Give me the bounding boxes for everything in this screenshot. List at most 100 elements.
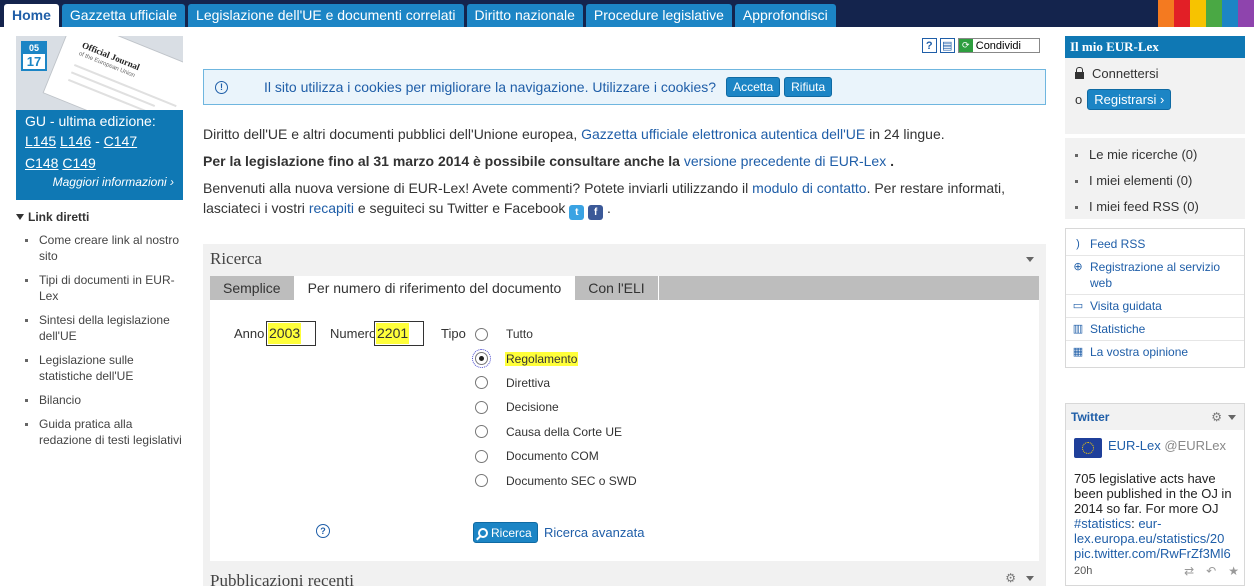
caret-down-icon[interactable] [1026, 257, 1034, 262]
radio-circle[interactable] [475, 474, 488, 488]
service-guided-tour[interactable]: ▭ Visita guidata [1066, 295, 1244, 318]
my-items-item[interactable]: I miei elementi (0) [1065, 168, 1245, 194]
retweet-icon[interactable]: ⇄ [1184, 564, 1194, 578]
share-button[interactable]: ⟳ Condividi [957, 38, 1040, 53]
search-button[interactable]: Ricerca [473, 522, 538, 543]
facebook-icon[interactable]: f [588, 205, 604, 220]
more-info-link[interactable]: Maggiori informazioni › [25, 175, 174, 189]
edition-link-c149[interactable]: C149 [62, 155, 95, 171]
share-label: Condividi [975, 39, 1021, 52]
edition-link-l145[interactable]: L145 [25, 133, 56, 149]
intro-paragraph-3: Benvenuti alla nuova versione di EUR-Lex… [203, 178, 1046, 220]
twitter-title: Twitter [1071, 410, 1110, 424]
year-value: 2003 [268, 323, 302, 344]
radio-circle[interactable] [475, 376, 488, 390]
number-input[interactable]: 2201 [374, 321, 424, 346]
accept-cookies-button[interactable]: Accetta [726, 77, 781, 97]
service-feedback[interactable]: ▦ La vostra opinione [1066, 341, 1244, 363]
official-journal-cover[interactable]: Official Journal of the European Union 0… [16, 36, 183, 110]
tweet-time[interactable]: 20h [1074, 565, 1092, 577]
contact-form-link[interactable]: modulo di contatto [752, 180, 866, 196]
radio-direttiva[interactable]: Direttiva [475, 371, 550, 395]
twitter-icon[interactable]: t [569, 205, 585, 220]
direct-links-title: Link diretti [28, 210, 90, 224]
previous-version-link[interactable]: versione precedente di EUR-Lex [684, 153, 886, 169]
edition-link-l146[interactable]: L146 [60, 133, 91, 149]
search-panel-header[interactable]: Ricerca [203, 244, 1046, 274]
search-panel-title: Ricerca [210, 249, 262, 268]
help-icon[interactable]: ? [316, 524, 330, 538]
tab-procedure-legislative[interactable]: Procedure legislative [585, 4, 732, 27]
service-label: Feed RSS [1090, 237, 1146, 251]
feedback-icon: ▦ [1072, 346, 1084, 358]
advanced-search-link[interactable]: Ricerca avanzata [544, 525, 644, 540]
recent-publications-panel[interactable]: Pubblicazioni recenti ⚙ [203, 561, 1046, 586]
stripe [1174, 0, 1190, 27]
tab-approfondisci[interactable]: Approfondisci [734, 4, 836, 27]
gear-icon[interactable]: ⚙ [1211, 410, 1222, 424]
register-button[interactable]: Registrarsi › [1087, 89, 1172, 110]
tweet-pic-link[interactable]: pic.twitter.com/RwFrZf3Ml6 [1074, 546, 1231, 561]
tab-legislazione-ue[interactable]: Legislazione dell'UE e documenti correla… [188, 4, 464, 27]
direct-links-header[interactable]: Link diretti [16, 210, 183, 224]
tweet-author-name: EUR-Lex @EURLex [1108, 438, 1226, 453]
info-icon: ! [215, 80, 228, 94]
tab-search-by-reference[interactable]: Per numero di riferimento del documento [294, 276, 576, 300]
tab-gazzetta-ufficiale[interactable]: Gazzetta ufficiale [61, 4, 186, 27]
radio-decisione[interactable]: Decisione [475, 395, 559, 419]
refuse-cookies-button[interactable]: Rifiuta [784, 77, 833, 97]
radio-circle[interactable] [472, 349, 491, 369]
radio-label: Regolamento [505, 351, 579, 366]
recent-publications-title: Pubblicazioni recenti [210, 571, 354, 586]
service-label: Statistiche [1090, 322, 1146, 336]
radio-regolamento[interactable]: Regolamento [472, 346, 579, 370]
radio-causa-corte[interactable]: Causa della Corte UE [475, 420, 622, 444]
tweet-author[interactable]: EUR-Lex @EURLex [1074, 438, 1226, 458]
radio-tutto[interactable]: Tutto [475, 322, 533, 346]
my-searches-item[interactable]: Le mie ricerche (0) [1065, 142, 1245, 168]
calendar-day: 17 [26, 54, 42, 69]
direct-link-item[interactable]: Come creare link al nostro sito [16, 232, 183, 264]
year-label: Anno [234, 326, 265, 341]
radio-circle[interactable] [475, 449, 488, 463]
oj-authentic-link[interactable]: Gazzetta ufficiale elettronica autentica… [581, 126, 865, 142]
intro-text-segment: Benvenuti alla nuova versione di EUR-Lex… [203, 180, 749, 196]
caret-down-icon[interactable] [1026, 575, 1034, 581]
direct-link-item[interactable]: Tipi di documenti in EUR-Lex [16, 272, 183, 304]
contacts-link[interactable]: recapiti [309, 200, 354, 216]
help-icon[interactable]: ? [921, 38, 937, 53]
direct-link-item[interactable]: Guida pratica alla redazione di testi le… [16, 416, 183, 448]
my-rss-feeds-item[interactable]: I miei feed RSS (0) [1065, 194, 1245, 220]
favorite-icon[interactable]: ★ [1228, 564, 1239, 578]
login-link[interactable]: Connettersi [1075, 64, 1245, 82]
tab-home[interactable]: Home [4, 4, 59, 27]
tab-search-eli[interactable]: Con l'ELI [575, 276, 659, 300]
twitter-header: Twitter ⚙ [1066, 404, 1244, 430]
caret-down-icon[interactable] [1228, 414, 1236, 420]
print-icon[interactable]: ▤ [939, 38, 955, 53]
radio-documento-sec-swd[interactable]: Documento SEC o SWD [475, 468, 637, 492]
radio-circle[interactable] [475, 327, 488, 341]
my-eurlex-title: Il mio EUR-Lex [1065, 36, 1245, 58]
edition-link-c147[interactable]: C147 [104, 133, 137, 149]
radio-documento-com[interactable]: Documento COM [475, 444, 599, 468]
direct-link-item[interactable]: Bilancio [16, 392, 183, 408]
register-label: Registrarsi [1094, 92, 1157, 107]
year-input[interactable]: 2003 [266, 321, 316, 346]
right-column: Il mio EUR-Lex Connettersi o Registrarsi… [1065, 36, 1245, 586]
service-rss-feed[interactable]: ) Feed RSS [1066, 233, 1244, 256]
edition-link-c148[interactable]: C148 [25, 155, 58, 171]
direct-link-item[interactable]: Sintesi della legislazione dell'UE [16, 312, 183, 344]
direct-link-item[interactable]: Legislazione sulle statistiche dell'UE [16, 352, 183, 384]
tab-simple-search[interactable]: Semplice [210, 276, 295, 300]
tab-diritto-nazionale[interactable]: Diritto nazionale [466, 4, 583, 27]
radio-circle[interactable] [475, 400, 488, 414]
hashtag-link[interactable]: #statistics [1074, 516, 1131, 531]
service-web-service-registration[interactable]: ⊕ Registrazione al servizio web [1066, 256, 1244, 295]
gear-icon[interactable]: ⚙ [1005, 571, 1016, 585]
intro-paragraph-1: Diritto dell'UE e altri documenti pubbli… [203, 124, 1046, 144]
radio-circle[interactable] [475, 425, 488, 439]
reply-icon[interactable]: ↶ [1206, 564, 1216, 578]
monitor-icon: ▭ [1072, 300, 1084, 312]
service-statistics[interactable]: ▥ Statistiche [1066, 318, 1244, 341]
